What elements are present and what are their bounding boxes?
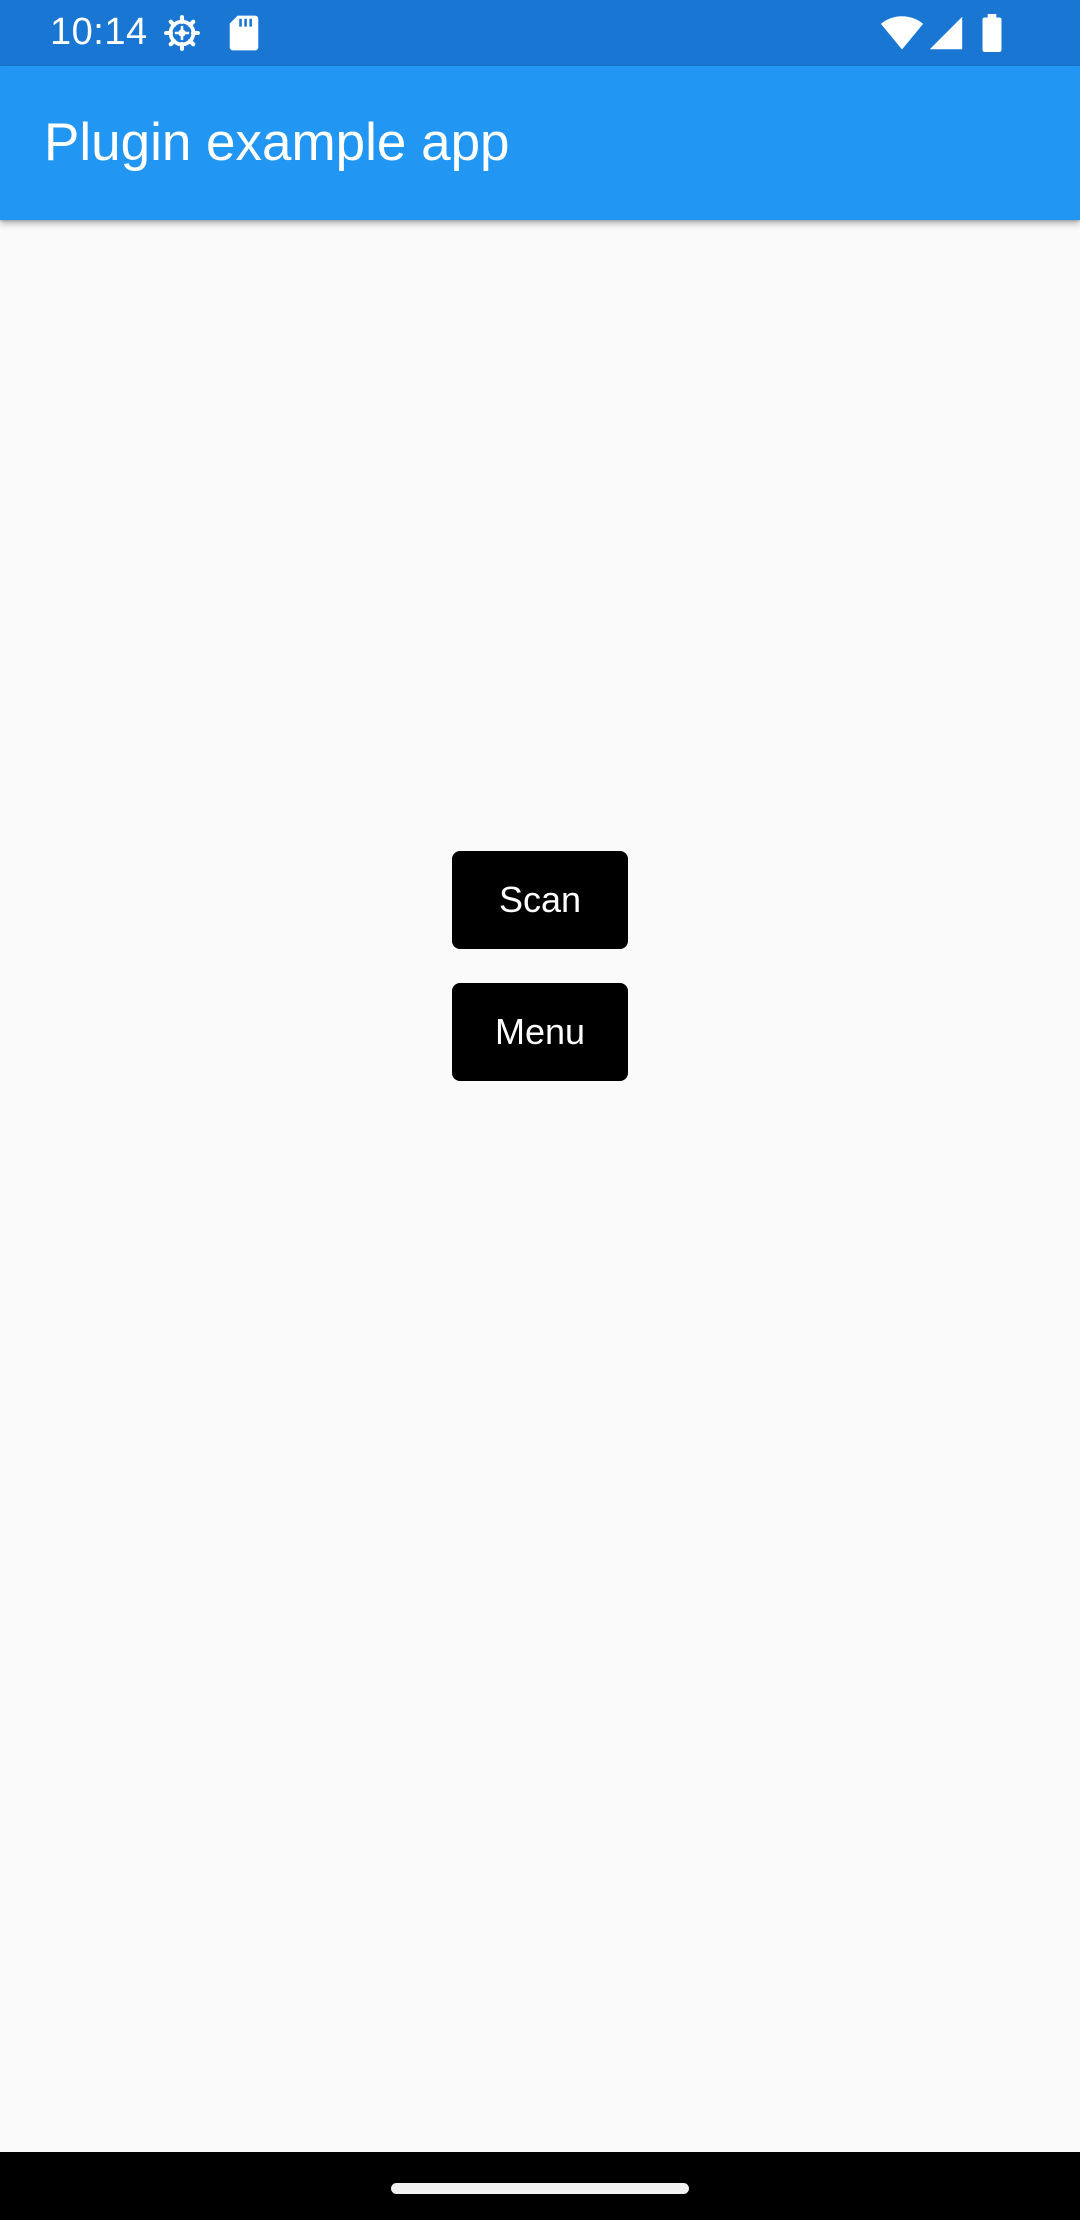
menu-button[interactable]: Menu xyxy=(452,983,628,1081)
home-gesture-handle[interactable] xyxy=(391,2183,689,2194)
scan-button[interactable]: Scan xyxy=(452,851,628,949)
status-time: 10:14 xyxy=(50,11,148,53)
app-screen: 10:14 Plugin example app Scan Menu xyxy=(0,0,1080,2220)
battery-icon xyxy=(980,14,1004,52)
signal-icon xyxy=(928,14,964,52)
main-content xyxy=(0,220,1080,2152)
settings-gear-icon xyxy=(162,14,202,52)
app-title: Plugin example app xyxy=(44,113,510,172)
status-bar: 10:14 xyxy=(0,0,1080,66)
sd-card-icon xyxy=(228,14,260,52)
app-bar: Plugin example app xyxy=(0,66,1080,220)
navigation-bar xyxy=(0,2152,1080,2220)
wifi-icon xyxy=(880,14,924,52)
